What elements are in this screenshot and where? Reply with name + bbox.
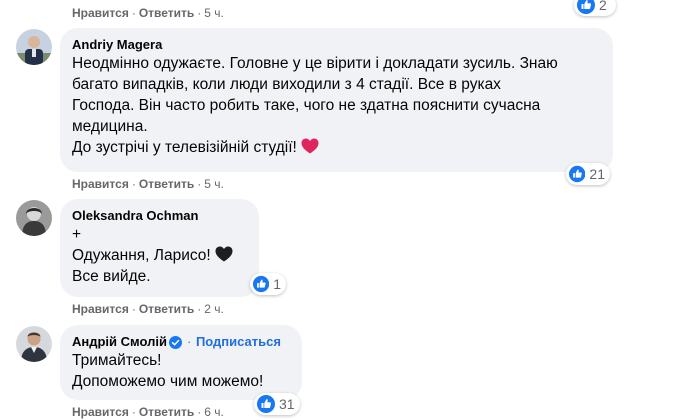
comment-text-line: До зустрічі у телевізійній студії! [72, 137, 601, 158]
timestamp[interactable]: 5 ч. [204, 177, 224, 191]
reaction-count[interactable]: 2 [574, 0, 616, 16]
comment-actions: Нравится · Ответить · 5 ч. [72, 5, 224, 21]
avatar-photo [16, 29, 52, 65]
comment-text: Неодмінно одужаєте. Головне у це вірити … [72, 55, 558, 72]
comment-text: Допоможемо чим можемо! [72, 373, 264, 390]
verified-badge-icon [168, 336, 182, 349]
reaction-number: 1 [273, 276, 281, 292]
comment-text: Все вийде. [72, 268, 151, 285]
avatar[interactable] [16, 29, 52, 65]
reply-link[interactable]: Ответить [139, 177, 194, 191]
red-heart-icon [301, 138, 319, 154]
comment-actions: Нравится · Ответить · 2 ч. [72, 301, 224, 317]
like-icon [569, 165, 586, 183]
comment-text: До зустрічі у телевізійній студії! [72, 139, 297, 156]
comment-text: + [72, 226, 82, 243]
follow-button[interactable]: Подписаться [196, 334, 281, 349]
like-link[interactable]: Нравится [72, 302, 129, 316]
like-icon [257, 395, 275, 413]
timestamp[interactable]: 5 ч. [204, 6, 224, 20]
avatar[interactable] [16, 200, 52, 236]
like-link[interactable]: Нравится [72, 405, 129, 419]
reaction-count[interactable]: 1 [250, 273, 286, 295]
black-heart-icon [215, 246, 233, 262]
comment-author[interactable]: Oleksandra Ochman [72, 207, 247, 224]
comment-bubble: Андрій Смолій · Подписаться Тримайтесь! Д… [60, 325, 302, 400]
separator: · [131, 302, 136, 316]
reaction-count[interactable]: 31 [254, 393, 300, 415]
comment-actions: Нравится · Ответить · 6 ч. [72, 404, 224, 420]
avatar-photo [16, 200, 52, 236]
comment-text-line: Одужання, Ларисо! [72, 245, 247, 266]
author-row: Андрій Смолій · Подписаться [72, 333, 290, 350]
reply-link[interactable]: Ответить [139, 405, 194, 419]
reaction-count[interactable]: 21 [566, 163, 610, 185]
timestamp[interactable]: 2 ч. [204, 302, 224, 316]
like-link[interactable]: Нравится [72, 177, 129, 191]
avatar[interactable] [16, 326, 52, 362]
comment-text: Господа. Він часто робить таке, чого не … [72, 97, 541, 114]
separator: · [186, 334, 192, 349]
comment-bubble: Oleksandra Ochman + Одужання, Ларисо! Вс… [60, 199, 259, 297]
separator: · [131, 6, 136, 20]
reaction-number: 31 [279, 396, 295, 412]
separator: · [131, 177, 136, 191]
like-icon [253, 275, 270, 293]
comment-bubble: Andriy Magera Неодмінно одужаєте. Головн… [60, 28, 613, 172]
comment-actions: Нравится · Ответить · 5 ч. [72, 176, 224, 192]
reaction-number: 2 [599, 0, 607, 13]
separator: · [197, 177, 202, 191]
separator: · [131, 405, 136, 419]
timestamp[interactable]: 6 ч. [204, 405, 224, 419]
separator: · [197, 302, 202, 316]
like-icon [577, 0, 595, 14]
comment-text: багато випадків, коли люди виходили з 4 … [72, 76, 501, 93]
comment-text: Одужання, Ларисо! [72, 247, 211, 264]
comment-text: Тримайтесь! [72, 352, 162, 369]
separator: · [197, 6, 202, 20]
separator: · [197, 405, 202, 419]
reply-link[interactable]: Ответить [139, 6, 194, 20]
reply-link[interactable]: Ответить [139, 302, 194, 316]
reaction-number: 21 [589, 166, 605, 182]
comment-author[interactable]: Andriy Magera [72, 36, 601, 53]
comment-author[interactable]: Андрій Смолій [72, 334, 167, 349]
comment-text: медицина. [72, 118, 148, 135]
avatar-photo [16, 326, 52, 362]
like-link[interactable]: Нравится [72, 6, 129, 20]
